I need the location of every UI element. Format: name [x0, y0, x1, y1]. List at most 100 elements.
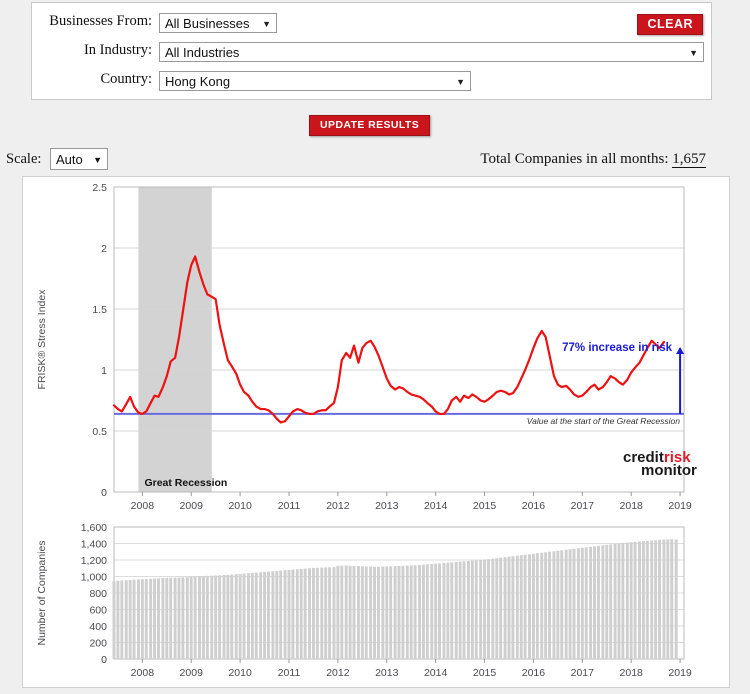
company-count-bar — [198, 576, 202, 659]
xtick-label-bottom: 2014 — [424, 667, 448, 679]
company-count-bar — [560, 550, 564, 659]
ytick-label-bottom: 400 — [89, 621, 107, 633]
company-count-bar — [308, 568, 311, 659]
great-recession-band — [138, 187, 212, 492]
update-results-button[interactable]: UPDATE RESULTS — [309, 115, 431, 136]
company-count-bar — [629, 542, 633, 659]
company-count-bar — [303, 568, 307, 659]
y-axis-title-top: FRISK® Stress Index — [36, 289, 48, 390]
company-count-bar — [153, 578, 157, 659]
country-select[interactable]: Hong Kong ▼ — [159, 71, 471, 91]
company-count-bar — [613, 543, 617, 659]
company-count-bar — [393, 566, 397, 659]
chevron-down-icon: ▼ — [456, 77, 465, 87]
businesses-from-label: Businesses From: — [49, 13, 152, 29]
company-count-bar — [287, 569, 291, 659]
company-count-bar — [495, 558, 499, 659]
company-count-bar — [120, 580, 124, 659]
company-count-bar — [596, 545, 600, 659]
total-companies: Total Companies in all months: 1,657 — [480, 151, 706, 168]
y-axis-title-bottom: Number of Companies — [36, 540, 48, 645]
total-companies-prefix: Total Companies in all months: — [480, 151, 669, 167]
xtick-label-bottom: 2019 — [668, 667, 692, 679]
company-count-bar — [486, 559, 490, 659]
company-count-bar — [470, 560, 474, 659]
scale-select[interactable]: Auto ▼ — [50, 148, 108, 170]
scale-row: Scale: Auto ▼ Total Companies in all mon… — [6, 148, 746, 172]
company-count-bar — [149, 578, 153, 659]
company-count-bar — [348, 565, 352, 659]
xtick-label-top: 2017 — [571, 500, 595, 512]
company-count-bar — [418, 564, 421, 659]
xtick-label-bottom: 2012 — [326, 667, 350, 679]
company-count-bar — [479, 560, 483, 659]
company-count-bar — [360, 566, 364, 659]
company-count-bar — [222, 575, 226, 659]
filter-row-in-industry: In Industry: All Industries ▼ — [32, 38, 711, 64]
company-count-bar — [352, 565, 356, 659]
company-count-bar — [189, 576, 193, 659]
company-count-bar — [425, 564, 429, 659]
xtick-label-top: 2008 — [131, 500, 155, 512]
company-count-bar — [454, 561, 458, 659]
ytick-label-bottom: 600 — [89, 605, 107, 617]
company-count-bar — [275, 570, 279, 659]
company-count-bar — [128, 579, 132, 659]
company-count-bar — [283, 570, 287, 659]
company-count-bar — [442, 562, 446, 659]
company-count-bar — [666, 539, 670, 660]
company-count-bar — [670, 539, 674, 659]
chevron-down-icon: ▼ — [262, 19, 271, 29]
company-count-bar — [389, 566, 393, 659]
company-count-bar — [210, 575, 214, 659]
company-count-bar — [250, 572, 254, 659]
ytick-label-top: 2.5 — [92, 182, 107, 194]
company-count-bar — [438, 563, 442, 659]
company-count-bar — [601, 545, 605, 659]
company-count-bar — [271, 571, 275, 659]
ytick-label-bottom: 200 — [89, 638, 107, 650]
company-count-bar — [226, 574, 230, 659]
company-count-bar — [409, 565, 413, 659]
clear-button[interactable]: CLEAR — [637, 14, 703, 35]
xtick-label-bottom: 2016 — [522, 667, 546, 679]
xtick-label-bottom: 2009 — [180, 667, 204, 679]
company-count-bar — [450, 562, 454, 659]
company-count-bar — [230, 574, 234, 659]
xtick-label-top: 2015 — [473, 500, 497, 512]
company-count-bar — [369, 566, 373, 659]
company-count-bar — [572, 548, 576, 659]
in-industry-select[interactable]: All Industries ▼ — [159, 42, 704, 62]
baseline-caption: Value at the start of the Great Recessio… — [527, 416, 681, 426]
increase-arrow-head — [676, 347, 685, 355]
businesses-from-select[interactable]: All Businesses ▼ — [159, 13, 277, 33]
company-count-bar — [373, 566, 377, 659]
company-count-bar — [564, 549, 568, 659]
xtick-label-top: 2009 — [180, 500, 204, 512]
company-count-bar — [483, 559, 487, 659]
xtick-label-bottom: 2018 — [620, 667, 644, 679]
filter-row-businesses-from: Businesses From: All Businesses ▼ CLEAR — [32, 9, 711, 35]
company-count-bar — [654, 540, 658, 659]
company-count-bar — [638, 541, 641, 659]
company-count-bar — [556, 550, 560, 659]
company-count-bar — [320, 567, 324, 659]
company-count-bar — [617, 543, 621, 659]
company-count-bar — [279, 570, 283, 659]
company-count-bar — [589, 546, 593, 659]
company-count-bar — [523, 554, 527, 659]
company-count-bar — [519, 555, 523, 659]
company-count-bar — [605, 544, 609, 659]
company-count-bar — [584, 547, 588, 659]
charts-svg: 0 0.5 1 1.5 2 2.5 2008 2009 2010 2011 2012 2013 2014… — [36, 182, 697, 679]
company-count-bar — [116, 580, 120, 659]
company-count-bar — [144, 578, 148, 659]
businesses-from-value: All Businesses — [165, 16, 250, 31]
xtick-label-top: 2014 — [424, 500, 448, 512]
company-count-bar — [621, 542, 625, 659]
company-count-bar — [205, 575, 209, 659]
company-count-bar — [499, 557, 503, 659]
company-count-bar — [535, 553, 539, 659]
company-count-bar — [633, 541, 637, 659]
company-count-bar — [462, 561, 466, 659]
